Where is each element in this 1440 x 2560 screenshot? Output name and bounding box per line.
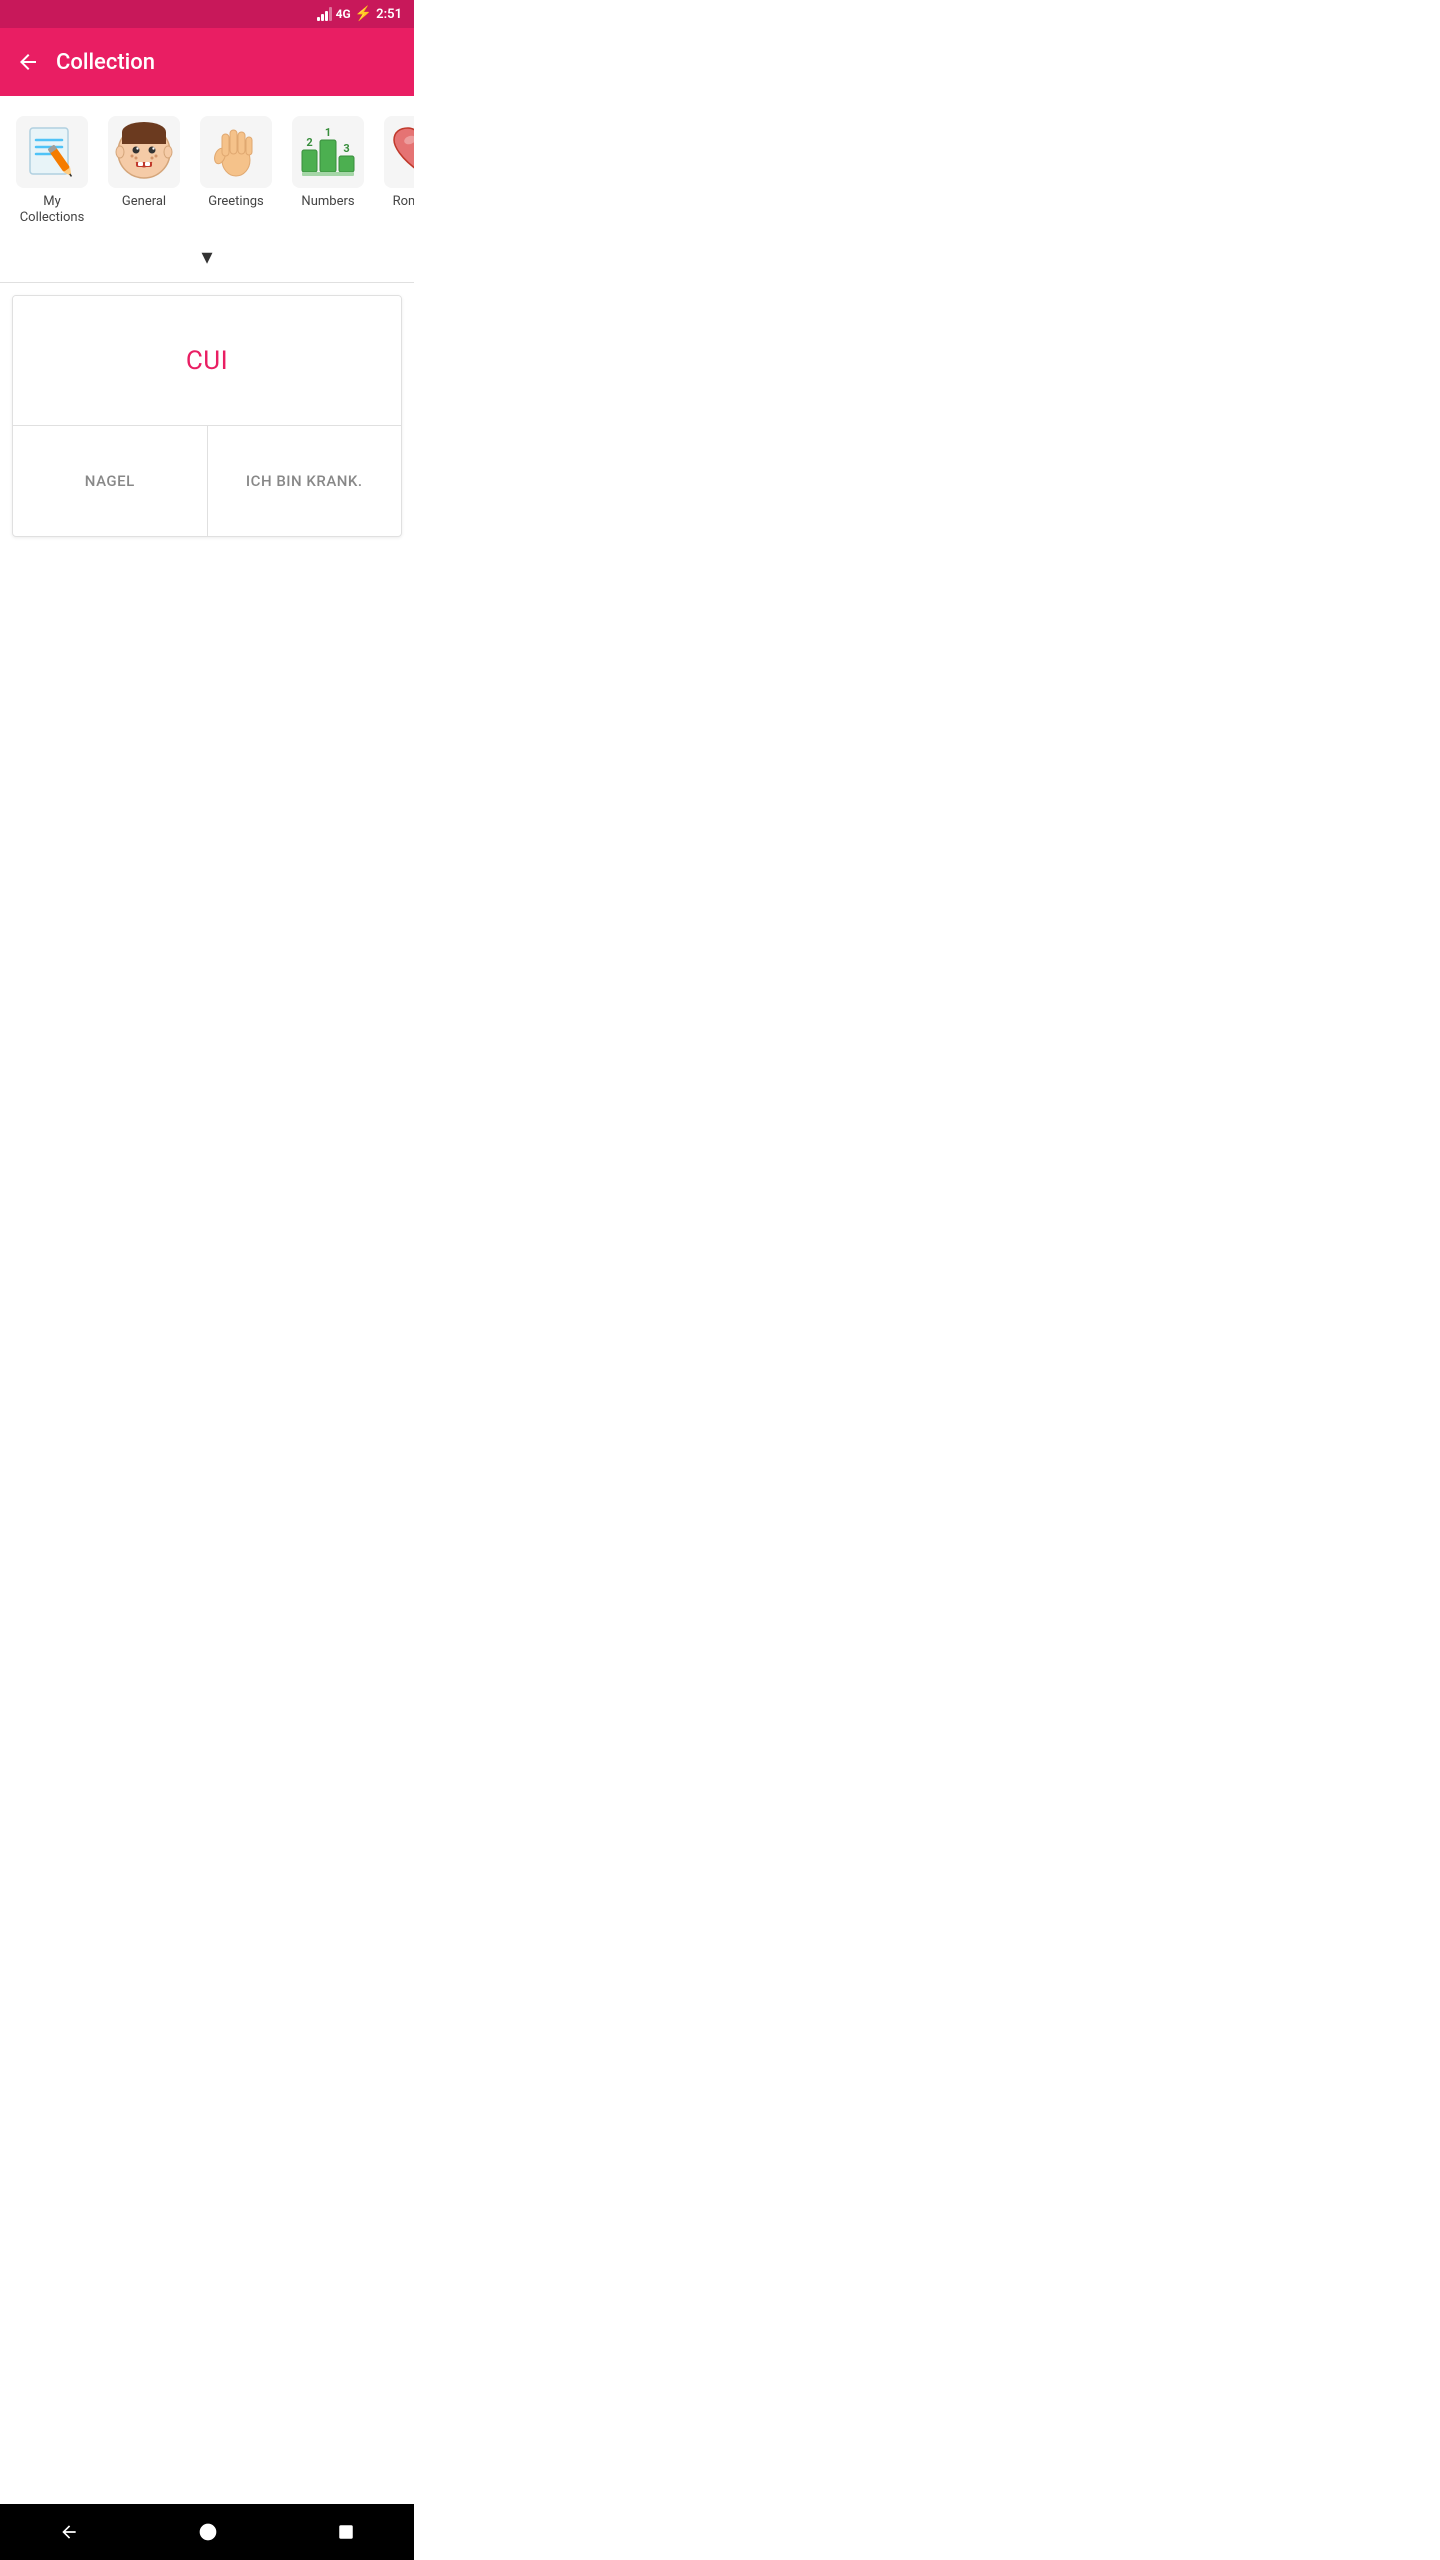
numbers-icon-wrapper: 2 1 3 — [292, 116, 364, 188]
nav-recent-button[interactable] — [317, 2515, 375, 2549]
status-time: 2:51 — [376, 7, 402, 22]
romance-icon-wrapper — [384, 116, 414, 188]
status-bar: 4G ⚡ 2:51 — [0, 0, 414, 28]
nav-back-button[interactable] — [39, 2514, 99, 2550]
categories-container: My Collections — [0, 96, 414, 237]
category-general[interactable]: General — [100, 112, 188, 214]
category-romance[interactable]: Romance — [376, 112, 414, 214]
category-my-collections-label: My Collections — [12, 194, 92, 225]
page-title: Collection — [56, 50, 155, 75]
top-bar: Collection — [0, 28, 414, 96]
bottom-nav — [0, 2504, 414, 2560]
signal-type: 4G — [336, 7, 351, 21]
general-icon-wrapper — [108, 116, 180, 188]
categories-list: My Collections — [8, 112, 406, 229]
section-divider — [0, 282, 414, 283]
flashcard-option-2-text: ICH BIN KRANK. — [238, 464, 371, 498]
flashcard-question[interactable]: CUI — [13, 296, 401, 426]
svg-text:1: 1 — [325, 126, 331, 139]
category-numbers-label: Numbers — [301, 194, 354, 210]
category-numbers[interactable]: 2 1 3 Numbers — [284, 112, 372, 214]
status-icons: 4G ⚡ 2:51 — [317, 6, 402, 22]
category-greetings[interactable]: Greetings — [192, 112, 280, 214]
category-my-collections[interactable]: My Collections — [8, 112, 96, 229]
chevron-down-icon[interactable]: ▾ — [201, 245, 212, 270]
back-button[interactable] — [16, 50, 40, 74]
flashcard-option-left[interactable]: NAGEL — [13, 426, 208, 536]
category-romance-label: Romance — [393, 194, 414, 210]
flashcard-option-right[interactable]: ICH BIN KRANK. — [208, 426, 402, 536]
battery-icon: ⚡ — [355, 6, 372, 22]
my-collections-icon-wrapper — [16, 116, 88, 188]
greetings-icon-wrapper — [200, 116, 272, 188]
general-svg — [114, 122, 174, 182]
svg-text:3: 3 — [343, 142, 349, 155]
greetings-svg — [206, 122, 266, 182]
my-collections-svg — [22, 122, 82, 182]
svg-text:2: 2 — [306, 136, 312, 149]
nav-home-button[interactable] — [178, 2514, 238, 2550]
expand-row[interactable]: ▾ — [0, 237, 414, 282]
signal-icon — [317, 7, 332, 21]
numbers-svg: 2 1 3 — [298, 122, 358, 182]
flashcard-container: CUI NAGEL ICH BIN KRANK. — [12, 295, 402, 537]
flashcard-options: NAGEL ICH BIN KRANK. — [13, 426, 401, 536]
category-general-label: General — [122, 194, 166, 210]
flashcard-word: CUI — [186, 346, 228, 376]
romance-svg — [390, 122, 414, 182]
flashcard-option-1-text: NAGEL — [77, 464, 143, 498]
category-greetings-label: Greetings — [208, 194, 264, 210]
